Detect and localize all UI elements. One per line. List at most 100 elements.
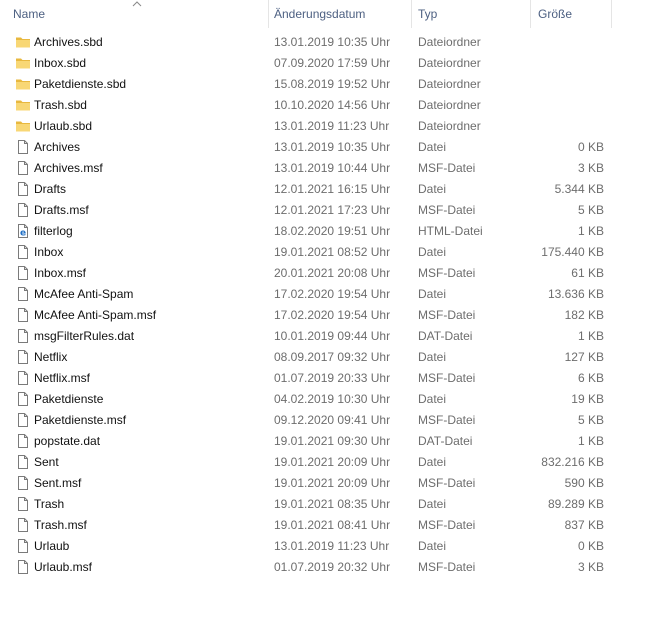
file-size: 19 KB xyxy=(571,392,604,406)
file-size: 0 KB xyxy=(577,140,604,154)
file-name[interactable]: Trash.sbd xyxy=(34,95,87,116)
file-name[interactable]: Trash.msf xyxy=(34,515,87,536)
file-name[interactable]: filterlog xyxy=(34,221,73,242)
file-size xyxy=(530,74,604,95)
file-icon xyxy=(15,286,31,302)
file-icon xyxy=(15,454,31,470)
file-name[interactable]: Paketdienste xyxy=(34,389,103,410)
file-name[interactable]: Drafts xyxy=(34,179,66,200)
file-size: 590 KB xyxy=(564,476,604,490)
column-divider[interactable] xyxy=(611,0,612,28)
column-divider[interactable] xyxy=(268,0,269,28)
file-size: 6 KB xyxy=(577,371,604,385)
file-row[interactable]: McAfee Anti-Spam 17.02.2020 19:54 Uhr Date… xyxy=(0,284,658,305)
file-date: 13.01.2019 10:35 Uhr xyxy=(274,35,391,49)
file-name[interactable]: Netflix xyxy=(34,347,67,368)
column-header-date[interactable]: Änderungsdatum xyxy=(274,0,410,28)
column-header-type[interactable]: Typ xyxy=(418,0,528,28)
file-name[interactable]: Inbox.sbd xyxy=(34,53,86,74)
file-size xyxy=(530,116,604,137)
file-row[interactable]: Netflix.msf 01.07.2019 20:33 Uhr MSF-Datei… xyxy=(0,368,658,389)
file-row[interactable]: Archives.msf 13.01.2019 10:44 Uhr MSF-Date… xyxy=(0,158,658,179)
file-icon xyxy=(15,328,31,344)
file-name[interactable]: Netflix.msf xyxy=(34,368,90,389)
file-name[interactable]: Inbox xyxy=(34,242,63,263)
file-name[interactable]: Sent xyxy=(34,452,59,473)
file-name[interactable]: McAfee Anti-Spam.msf xyxy=(34,305,156,326)
file-type: MSF-Datei xyxy=(418,371,476,385)
file-name[interactable]: Archives xyxy=(34,137,80,158)
file-name[interactable]: Drafts.msf xyxy=(34,200,89,221)
file-icon xyxy=(15,391,31,407)
file-name[interactable]: Urlaub xyxy=(34,536,69,557)
file-name[interactable]: Archives.sbd xyxy=(34,32,103,53)
file-row[interactable]: Sent.msf 19.01.2021 20:09 Uhr MSF-Datei 590… xyxy=(0,473,658,494)
file-row[interactable]: Urlaub.msf 01.07.2019 20:32 Uhr MSF-Datei 3… xyxy=(0,557,658,578)
file-row[interactable]: popstate.dat 19.01.2021 09:30 Uhr DAT-Date… xyxy=(0,431,658,452)
file-row[interactable]: Trash.sbd 10.10.2020 14:56 Uhr Dateiordner xyxy=(0,95,658,116)
file-row[interactable]: Trash 19.01.2021 08:35 Uhr Datei 89.289 KB xyxy=(0,494,658,515)
file-icon xyxy=(15,517,31,533)
file-row[interactable]: e filterlog 18.02.2020 19:51 Uhr HTML-Datei… xyxy=(0,221,658,242)
file-type: Dateiordner xyxy=(418,119,481,133)
file-row[interactable]: Inbox 19.01.2021 08:52 Uhr Datei 175.440 KB xyxy=(0,242,658,263)
file-icon xyxy=(15,433,31,449)
file-type: MSF-Datei xyxy=(418,560,476,574)
file-name[interactable]: Archives.msf xyxy=(34,158,103,179)
html-file-icon: e xyxy=(15,223,31,239)
file-type: Datei xyxy=(418,392,447,406)
file-row[interactable]: McAfee Anti-Spam.msf 17.02.2020 19:54 Uhr… xyxy=(0,305,658,326)
file-icon xyxy=(15,307,31,323)
file-row[interactable]: Paketdienste.sbd 15.08.2019 19:52 Uhr Date… xyxy=(0,74,658,95)
file-icon xyxy=(15,139,31,155)
file-name[interactable]: Paketdienste.sbd xyxy=(34,74,126,95)
file-type: Dateiordner xyxy=(418,98,481,112)
file-row[interactable]: Drafts 12.01.2021 16:15 Uhr Datei 5.344 KB xyxy=(0,179,658,200)
file-type: Dateiordner xyxy=(418,56,481,70)
file-row[interactable]: Archives.sbd 13.01.2019 10:35 Uhr Dateiord… xyxy=(0,32,658,53)
file-name[interactable]: Inbox.msf xyxy=(34,263,86,284)
file-icon xyxy=(15,559,31,575)
file-row[interactable]: Paketdienste 04.02.2019 10:30 Uhr Datei 19 … xyxy=(0,389,658,410)
column-header-name[interactable]: Name xyxy=(13,0,268,28)
file-date: 20.01.2021 20:08 Uhr xyxy=(274,266,391,280)
file-size: 1 KB xyxy=(577,224,604,238)
file-date: 13.01.2019 11:23 Uhr xyxy=(274,539,390,553)
file-size: 13.636 KB xyxy=(547,287,604,301)
file-row[interactable]: Netflix 08.09.2017 09:32 Uhr Datei 127 KB xyxy=(0,347,658,368)
file-type: DAT-Datei xyxy=(418,329,473,343)
file-row[interactable]: Inbox.sbd 07.09.2020 17:59 Uhr Dateiordner xyxy=(0,53,658,74)
column-header-size[interactable]: Größe xyxy=(538,0,610,28)
file-date: 13.01.2019 11:23 Uhr xyxy=(274,119,390,133)
file-name[interactable]: popstate.dat xyxy=(34,431,100,452)
file-type: MSF-Datei xyxy=(418,476,476,490)
file-date: 19.01.2021 08:35 Uhr xyxy=(274,497,391,511)
file-date: 17.02.2020 19:54 Uhr xyxy=(274,287,391,301)
file-name[interactable]: McAfee Anti-Spam xyxy=(34,284,133,305)
file-name[interactable]: Paketdienste.msf xyxy=(34,410,126,431)
column-divider[interactable] xyxy=(411,0,412,28)
column-header-row: Name Änderungsdatum Typ Größe xyxy=(0,0,658,30)
file-date: 19.01.2021 20:09 Uhr xyxy=(274,455,391,469)
file-row[interactable]: Urlaub 13.01.2019 11:23 Uhr Datei 0 KB xyxy=(0,536,658,557)
file-date: 17.02.2020 19:54 Uhr xyxy=(274,308,391,322)
folder-icon xyxy=(15,97,31,113)
file-row[interactable]: Sent 19.01.2021 20:09 Uhr Datei 832.216 KB xyxy=(0,452,658,473)
file-row[interactable]: Inbox.msf 20.01.2021 20:08 Uhr MSF-Datei 61… xyxy=(0,263,658,284)
file-row[interactable]: Urlaub.sbd 13.01.2019 11:23 Uhr Dateiordne… xyxy=(0,116,658,137)
file-row[interactable]: Archives 13.01.2019 10:35 Uhr Datei 0 KB xyxy=(0,137,658,158)
file-name[interactable]: Sent.msf xyxy=(34,473,81,494)
file-name[interactable]: Trash xyxy=(34,494,64,515)
folder-icon xyxy=(15,55,31,71)
file-row[interactable]: Paketdienste.msf 09.12.2020 09:41 Uhr MSF-… xyxy=(0,410,658,431)
file-icon xyxy=(15,349,31,365)
file-size: 3 KB xyxy=(577,161,604,175)
column-divider[interactable] xyxy=(530,0,531,28)
file-name[interactable]: Urlaub.msf xyxy=(34,557,92,578)
file-name[interactable]: Urlaub.sbd xyxy=(34,116,92,137)
file-row[interactable]: msgFilterRules.dat 10.01.2019 09:44 Uhr DA… xyxy=(0,326,658,347)
file-row[interactable]: Trash.msf 19.01.2021 08:41 Uhr MSF-Datei 83… xyxy=(0,515,658,536)
file-date: 09.12.2020 09:41 Uhr xyxy=(274,413,391,427)
file-name[interactable]: msgFilterRules.dat xyxy=(34,326,134,347)
file-row[interactable]: Drafts.msf 12.01.2021 17:23 Uhr MSF-Datei 5… xyxy=(0,200,658,221)
